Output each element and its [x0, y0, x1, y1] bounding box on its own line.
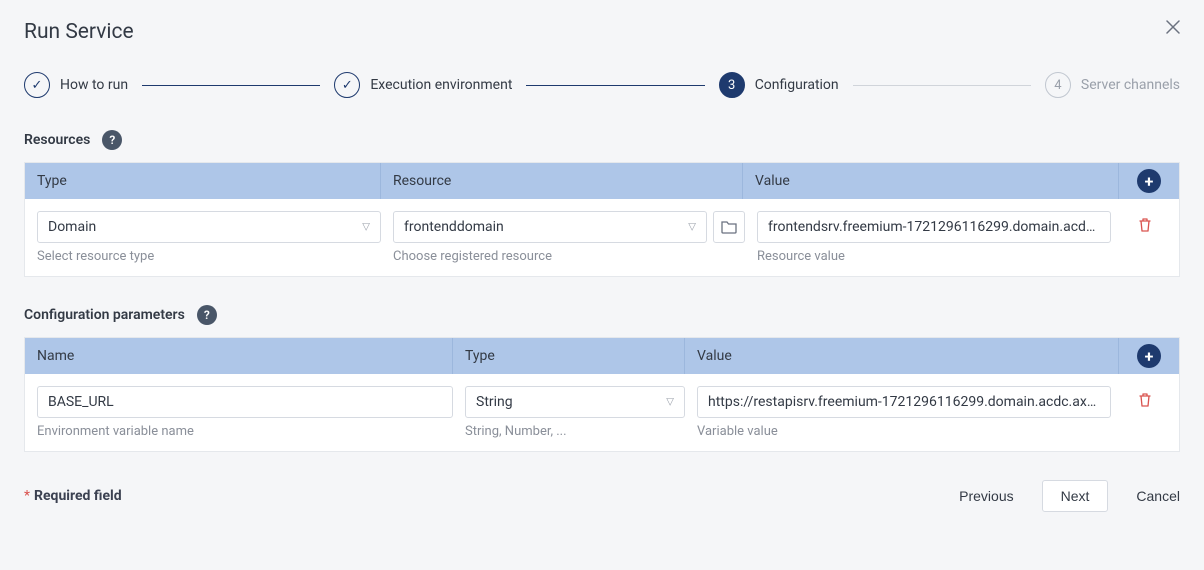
- param-value-input[interactable]: [708, 387, 1100, 417]
- resource-type-select[interactable]: Domain ▽: [37, 211, 381, 243]
- resource-value-input[interactable]: [768, 212, 1100, 242]
- modal-title: Run Service: [24, 20, 1180, 44]
- add-param-button[interactable]: +: [1137, 344, 1161, 368]
- asterisk-icon: *: [24, 488, 30, 504]
- th-type: Type: [453, 338, 685, 374]
- resource-value-helper: Resource value: [757, 249, 1111, 264]
- config-header-row: Name Type Value +: [25, 338, 1179, 374]
- param-type-value: String: [476, 394, 513, 410]
- resource-name-helper: Choose registered resource: [393, 249, 745, 264]
- plus-icon: +: [1145, 172, 1154, 191]
- check-icon: ✓: [24, 72, 50, 98]
- delete-param-button[interactable]: [1138, 392, 1152, 412]
- th-value: Value: [743, 163, 1119, 199]
- chevron-down-icon: ▽: [666, 397, 674, 408]
- step-connector: [526, 85, 704, 86]
- th-add: +: [1119, 163, 1179, 199]
- previous-button[interactable]: Previous: [959, 488, 1013, 504]
- resource-row: Domain ▽ Select resource type frontenddo…: [25, 199, 1179, 276]
- step-label: Server channels: [1081, 77, 1180, 93]
- th-add: +: [1119, 338, 1179, 374]
- th-type: Type: [25, 163, 381, 199]
- resources-heading-text: Resources: [24, 132, 90, 148]
- resource-name-value: frontenddomain: [404, 219, 504, 235]
- step-connector: [142, 85, 320, 86]
- resource-type-helper: Select resource type: [37, 249, 381, 264]
- param-value-helper: Variable value: [697, 424, 1111, 439]
- next-button[interactable]: Next: [1042, 480, 1109, 512]
- step-connector: [853, 85, 1031, 86]
- plus-icon: +: [1145, 347, 1154, 366]
- step-configuration[interactable]: 3 Configuration: [719, 72, 839, 98]
- param-type-helper: String, Number, ...: [465, 424, 685, 439]
- close-icon: [1166, 20, 1180, 34]
- step-label: How to run: [60, 77, 128, 93]
- resources-heading: Resources ?: [24, 130, 1180, 150]
- param-name-helper: Environment variable name: [37, 424, 453, 439]
- trash-icon: [1138, 217, 1152, 233]
- run-service-modal: Run Service ✓ How to run ✓ Execution env…: [0, 0, 1204, 570]
- param-type-select[interactable]: String ▽: [465, 386, 685, 418]
- config-params-heading: Configuration parameters ?: [24, 305, 1180, 325]
- chevron-down-icon: ▽: [688, 222, 696, 233]
- step-number: 4: [1045, 72, 1071, 98]
- browse-resource-button[interactable]: [713, 211, 745, 243]
- resource-type-value: Domain: [48, 219, 96, 235]
- th-value: Value: [685, 338, 1119, 374]
- th-name: Name: [25, 338, 453, 374]
- help-icon[interactable]: ?: [102, 130, 122, 150]
- step-execution-env[interactable]: ✓ Execution environment: [334, 72, 512, 98]
- chevron-down-icon: ▽: [362, 222, 370, 233]
- close-button[interactable]: [1166, 18, 1180, 39]
- modal-footer: *Required field Previous Next Cancel: [24, 480, 1180, 512]
- config-param-row: Environment variable name String ▽ Strin…: [25, 374, 1179, 451]
- step-number: 3: [719, 72, 745, 98]
- config-params-heading-text: Configuration parameters: [24, 307, 185, 323]
- delete-resource-button[interactable]: [1138, 217, 1152, 237]
- step-server-channels[interactable]: 4 Server channels: [1045, 72, 1180, 98]
- check-icon: ✓: [334, 72, 360, 98]
- config-params-table: Name Type Value + Environment variable n…: [24, 337, 1180, 452]
- trash-icon: [1138, 392, 1152, 408]
- resources-header-row: Type Resource Value +: [25, 163, 1179, 199]
- cancel-button[interactable]: Cancel: [1136, 488, 1180, 504]
- step-how-to-run[interactable]: ✓ How to run: [24, 72, 128, 98]
- add-resource-button[interactable]: +: [1137, 169, 1161, 193]
- param-value-input-wrap: [697, 386, 1111, 418]
- th-resource: Resource: [381, 163, 743, 199]
- step-label: Configuration: [755, 77, 839, 93]
- param-name-input[interactable]: [48, 387, 442, 417]
- resource-value-input-wrap: [757, 211, 1111, 243]
- required-text: Required field: [34, 488, 122, 504]
- resources-table: Type Resource Value + Domain ▽ Select re…: [24, 162, 1180, 277]
- resource-name-select[interactable]: frontenddomain ▽: [393, 211, 707, 243]
- stepper: ✓ How to run ✓ Execution environment 3 C…: [24, 72, 1180, 98]
- param-name-input-wrap: [37, 386, 453, 418]
- help-icon[interactable]: ?: [197, 305, 217, 325]
- step-label: Execution environment: [370, 77, 512, 93]
- required-field-note: *Required field: [24, 488, 122, 504]
- folder-icon: [721, 220, 737, 234]
